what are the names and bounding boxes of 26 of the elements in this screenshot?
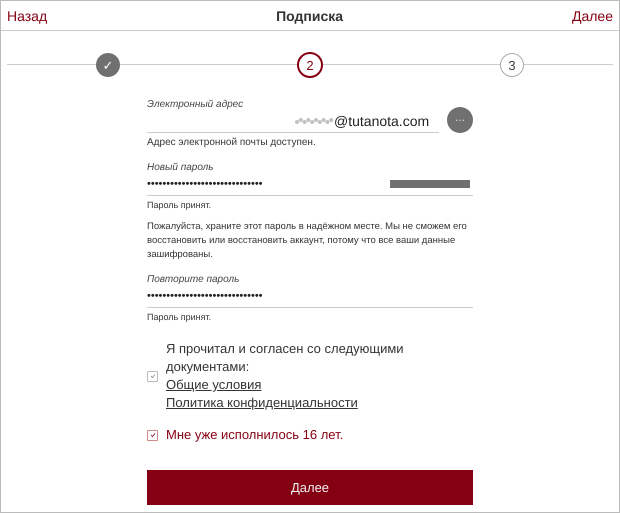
field-label: Повторите пароль bbox=[147, 274, 240, 285]
step-indicator: 3 bbox=[500, 53, 524, 77]
email-status: Адрес электронной почты доступен. bbox=[147, 137, 317, 148]
step-indicator: 2 bbox=[297, 52, 323, 78]
agreement-text: Я прочитал и согласен со следующими документами: bbox=[166, 340, 405, 376]
password-status: Пароль принят. bbox=[147, 200, 212, 210]
document-link[interactable]: Общие условия bbox=[166, 376, 473, 394]
email-field[interactable]: @tutanota.com bbox=[334, 113, 429, 129]
agreement-text: Мне уже исполнилось 16 лет. bbox=[166, 426, 344, 444]
step-indicator: ✓ bbox=[96, 53, 120, 77]
repeat-password-field[interactable]: •••••••••••••••••••••••••••••• bbox=[147, 290, 473, 302]
field-label: Электронный адрес bbox=[147, 99, 244, 110]
check-icon bbox=[150, 432, 156, 438]
page-title: Подписка bbox=[276, 8, 344, 24]
repeat-status: Пароль принят. bbox=[147, 312, 212, 322]
back-link[interactable]: Назад bbox=[7, 8, 48, 24]
next-button[interactable]: Далее bbox=[147, 470, 473, 505]
more-button[interactable]: ··· bbox=[447, 107, 473, 133]
document-link[interactable]: Политика конфиденциальности bbox=[166, 394, 473, 412]
check-icon bbox=[150, 373, 156, 379]
checkbox[interactable] bbox=[147, 430, 158, 440]
checkbox[interactable] bbox=[147, 370, 158, 382]
field-label: Новый пароль bbox=[147, 162, 215, 173]
next-link[interactable]: Далее bbox=[572, 8, 613, 24]
password-field[interactable]: •••••••••••••••••••••••••••••• bbox=[147, 178, 390, 190]
notice-text: Пожалуйста, храните этот пароль в надёжном месте. Мы не сможем его восстановить или восстановить аккаунт, потому что все ваши данные зашифрованы. bbox=[147, 220, 468, 262]
